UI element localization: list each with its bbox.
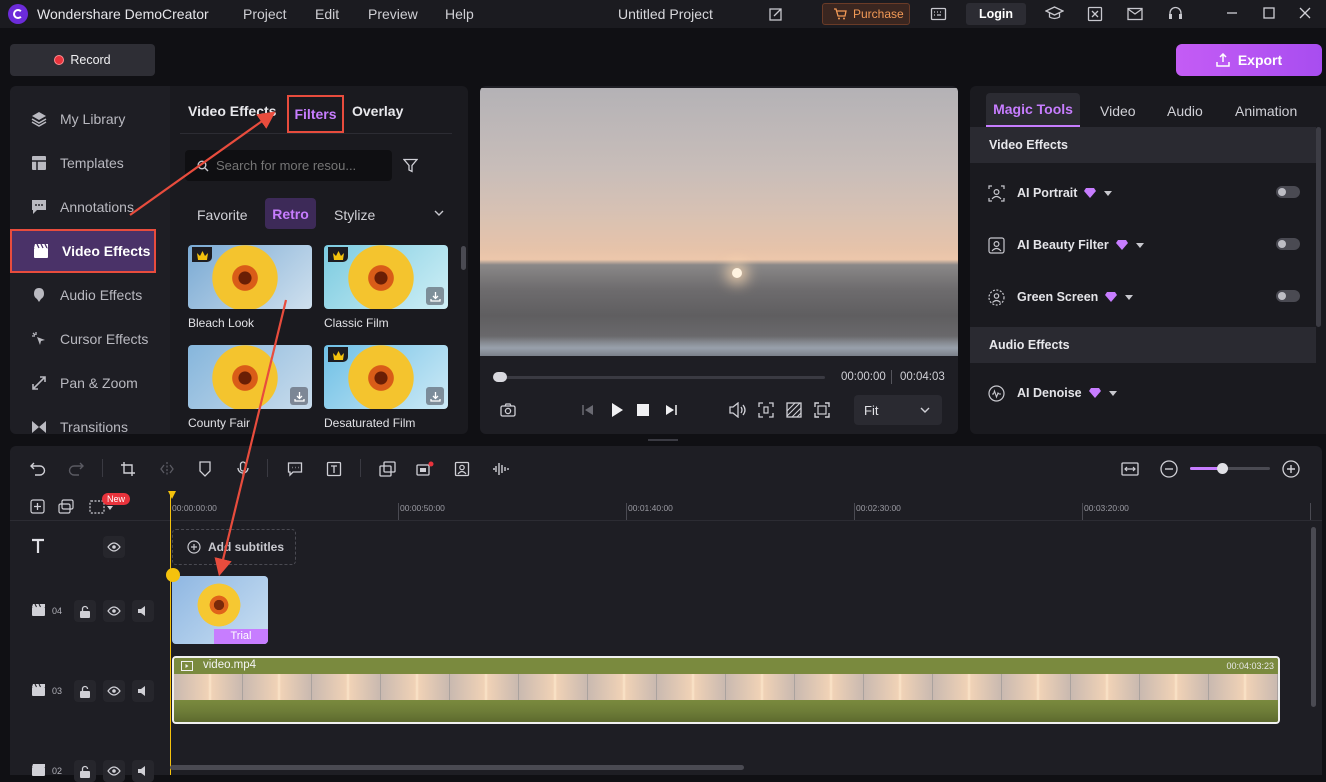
arrow-to-timeline: [214, 299, 288, 577]
annotation-arrows: [129, 111, 288, 577]
arrow-to-filters-tab: [129, 111, 276, 216]
